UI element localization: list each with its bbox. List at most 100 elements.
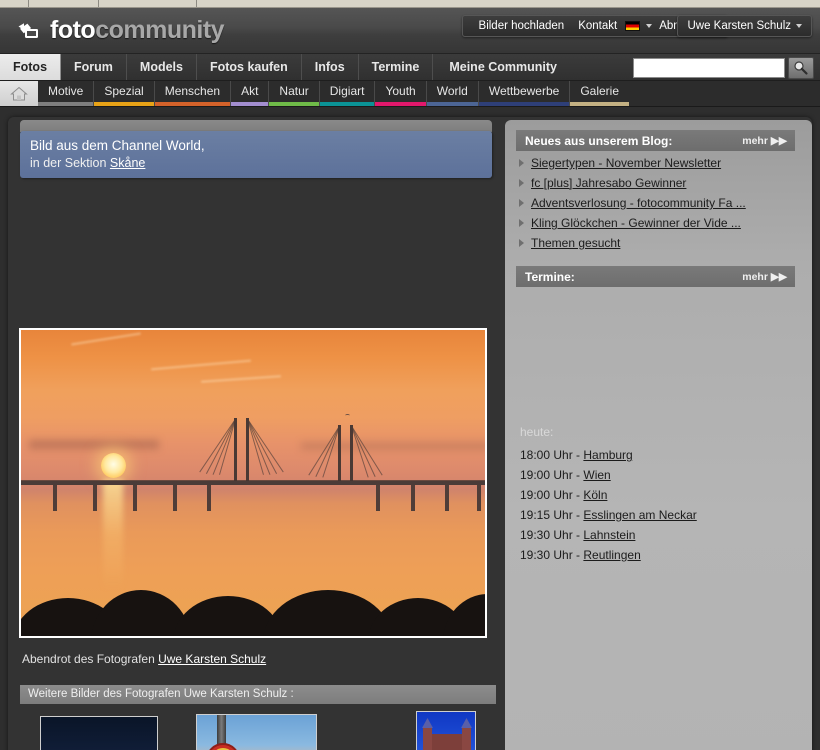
blog-link-3[interactable]: Adventsverlosung - fotocommunity Fa ... — [531, 196, 746, 210]
termine-more-label: mehr — [742, 270, 768, 283]
photographer-link[interactable]: Uwe Karsten Schulz — [158, 652, 266, 666]
double-chevron-right-icon: ▶▶ — [770, 134, 787, 147]
site-logo[interactable]: fotocommunity — [18, 16, 225, 44]
bird — [345, 414, 350, 417]
termine-today-label: heute: — [520, 425, 554, 439]
content-area: Bild aus dem Channel World, in der Sekti… — [0, 107, 820, 750]
blog-panel-title: Neues aus unserem Blog: — [525, 133, 673, 148]
list-item: fc [plus] Jahresabo Gewinner — [519, 173, 804, 193]
termine-place-reutlingen[interactable]: Reutlingen — [583, 548, 640, 562]
category-label: Akt — [241, 84, 259, 98]
category-menschen[interactable]: Menschen — [154, 81, 232, 106]
search-icon — [794, 61, 808, 75]
bridge-pier — [133, 485, 137, 511]
category-world[interactable]: World — [426, 81, 479, 106]
termine-place-koeln[interactable]: Köln — [583, 488, 607, 502]
tab-forum[interactable]: Forum — [61, 54, 127, 80]
termine-time: 19:00 Uhr - — [520, 488, 584, 502]
tab-termine[interactable]: Termine — [359, 54, 434, 80]
bridge-pier — [411, 485, 415, 511]
chrome-divider — [98, 0, 99, 7]
tab-models[interactable]: Models — [127, 54, 197, 80]
category-akt[interactable]: Akt — [231, 81, 270, 106]
section-header-more-photos: Weitere Bilder des Fotografen Uwe Karste… — [20, 685, 496, 704]
double-chevron-right-icon: ▶▶ — [770, 270, 787, 283]
termine-place-hamburg[interactable]: Hamburg — [583, 448, 632, 462]
section-link-skane[interactable]: Skåne — [110, 156, 145, 170]
termine-place-lahnstein[interactable]: Lahnstein — [583, 528, 635, 542]
category-color-bar — [375, 102, 426, 106]
category-color-bar — [478, 102, 570, 106]
search-input[interactable] — [633, 58, 785, 78]
termine-place-wien[interactable]: Wien — [583, 468, 610, 482]
blog-more-label: mehr — [742, 134, 768, 147]
thumb-night-tree[interactable] — [40, 716, 158, 750]
sun — [101, 453, 126, 478]
featured-photo[interactable] — [19, 328, 487, 638]
list-item: 19:00 Uhr - Köln — [520, 485, 805, 505]
bridge-deck — [21, 481, 485, 485]
category-color-bar — [570, 102, 630, 106]
thumb-blue-castle[interactable] — [416, 711, 476, 750]
page-root: fotocommunity Bilder hochladen Kontakt A… — [0, 8, 820, 750]
category-digiart[interactable]: Digiart — [319, 81, 376, 106]
bridge-pier — [173, 485, 177, 511]
category-color-bar — [231, 102, 269, 106]
blog-link-4[interactable]: Kling Glöckchen - Gewinner der Vide ... — [531, 216, 741, 230]
category-navigation: Motive Spezial Menschen Akt Natur Digiar… — [0, 81, 820, 107]
photo-caption: Abendrot des Fotografen Uwe Karsten Schu… — [22, 652, 266, 666]
category-label: Motive — [48, 84, 84, 98]
category-youth[interactable]: Youth — [375, 81, 427, 106]
termine-more-link[interactable]: mehr ▶▶ — [742, 271, 787, 283]
termine-time: 19:30 Uhr - — [520, 548, 584, 562]
bridge-pier — [53, 485, 57, 511]
search-button[interactable] — [788, 57, 814, 79]
blog-more-link[interactable]: mehr ▶▶ — [742, 135, 787, 147]
chevron-down-icon — [796, 24, 802, 28]
termine-panel-header: Termine: mehr ▶▶ — [516, 266, 795, 287]
category-natur[interactable]: Natur — [269, 81, 320, 106]
category-spezial[interactable]: Spezial — [94, 81, 155, 106]
blog-link-5[interactable]: Themen gesucht — [531, 236, 620, 250]
logo-community: community — [95, 16, 225, 44]
haze-band — [29, 440, 159, 449]
thumb-bike-sign[interactable] — [196, 714, 317, 750]
upload-images-link[interactable]: Bilder hochladen — [472, 16, 572, 36]
tab-infos[interactable]: Infos — [302, 54, 359, 80]
tab-meine-community[interactable]: Meine Community — [433, 54, 573, 80]
banner-line-section: in der Sektion Skåne — [30, 155, 492, 172]
category-color-bar — [38, 102, 94, 106]
tab-fotos[interactable]: Fotos — [0, 54, 62, 80]
category-wettbewerbe[interactable]: Wettbewerbe — [478, 81, 571, 106]
category-color-bar — [94, 102, 154, 106]
contact-link[interactable]: Kontakt — [571, 16, 624, 36]
sun-water-reflection — [103, 480, 123, 590]
category-label: Digiart — [329, 84, 365, 98]
category-galerie[interactable]: Galerie — [570, 81, 630, 106]
browser-chrome-strip — [0, 0, 820, 8]
blog-link-2[interactable]: fc [plus] Jahresabo Gewinner — [531, 176, 686, 190]
home-icon — [10, 86, 28, 101]
user-menu-button[interactable]: Uwe Karsten Schulz — [677, 15, 812, 37]
bullet-arrow-icon — [519, 239, 524, 247]
bridge-pier — [445, 485, 449, 511]
logo-foto: foto — [50, 16, 96, 44]
bridge-pier — [93, 485, 97, 511]
german-flag-icon[interactable] — [625, 21, 641, 31]
logo-wordmark: fotocommunity — [50, 16, 225, 44]
caption-prefix: Abendrot des Fotografen — [22, 652, 159, 666]
foreground-rocks — [21, 582, 485, 636]
category-motive[interactable]: Motive — [38, 81, 95, 106]
termine-time: 18:00 Uhr - — [520, 448, 584, 462]
category-label: Wettbewerbe — [488, 84, 560, 98]
category-color-bar — [154, 102, 231, 106]
category-color-bar — [269, 102, 319, 106]
home-button[interactable] — [0, 81, 38, 106]
termine-place-esslingen[interactable]: Esslingen am Neckar — [583, 508, 696, 522]
bridge-pylon — [350, 425, 353, 483]
list-item: 19:30 Uhr - Lahnstein — [520, 525, 805, 545]
bridge-pylon — [246, 418, 249, 483]
tab-fotos-kaufen[interactable]: Fotos kaufen — [197, 54, 302, 80]
blog-link-1[interactable]: Siegertypen - November Newsletter — [531, 156, 721, 170]
category-label: Youth — [385, 84, 416, 98]
